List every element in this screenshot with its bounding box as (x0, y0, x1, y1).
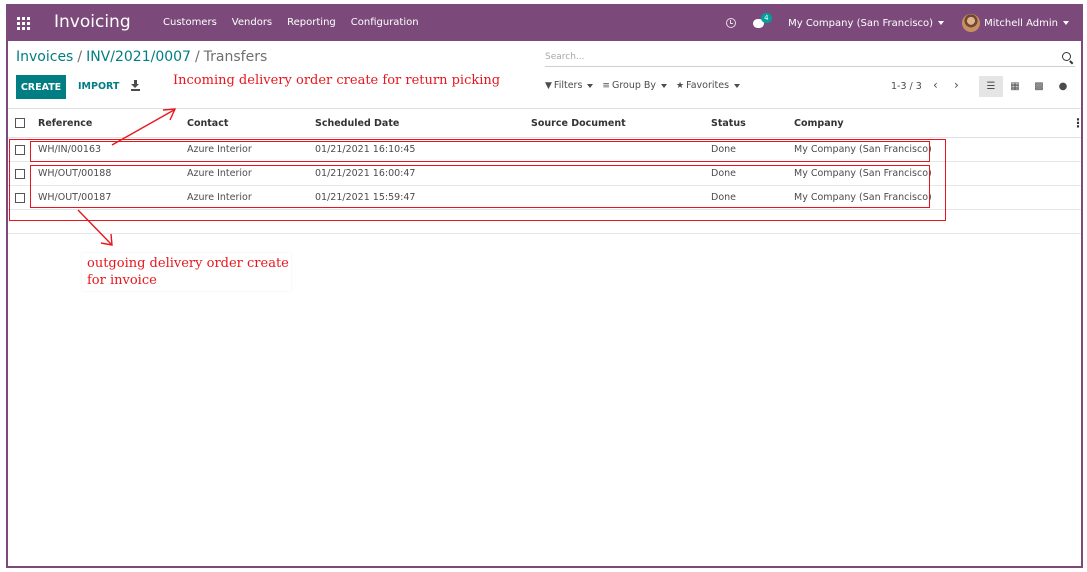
column-source-document[interactable]: Source Document (531, 109, 626, 137)
breadcrumb-separator: / (77, 49, 83, 65)
view-switcher: ☰ ▦ ▩ ● (979, 76, 1075, 97)
pager-next-icon[interactable]: › (954, 79, 959, 91)
create-button[interactable]: CREATE (16, 75, 66, 99)
column-company[interactable]: Company (794, 109, 844, 137)
chevron-down-icon (661, 83, 668, 88)
annotation-box-incoming (30, 141, 930, 162)
download-icon[interactable] (131, 80, 140, 91)
search-icon[interactable] (1062, 52, 1071, 61)
annotation-box-outgoing (30, 165, 930, 208)
chat-count-badge: 4 (761, 12, 772, 23)
chat-icon[interactable]: 4 (753, 12, 772, 28)
annotation-outgoing-note: outgoing delivery order create for invoi… (82, 253, 291, 291)
filter-icon: ▼ (545, 80, 552, 91)
group-by-label: Group By (611, 80, 657, 91)
chevron-down-icon (734, 83, 741, 88)
optional-columns-icon[interactable]: ⋮ (1072, 109, 1081, 137)
chevron-down-icon (938, 20, 945, 25)
menu-reporting[interactable]: Reporting (287, 17, 336, 28)
menu-customers[interactable]: Customers (163, 17, 217, 28)
search-options: ▼ Filters ≡ Group By ★ Favorites (545, 80, 741, 91)
avatar[interactable] (962, 14, 981, 32)
navbar-systray: 4 My Company (San Francisco) Mitchell Ad… (726, 12, 1069, 32)
star-icon: ★ (676, 80, 685, 91)
favorites-dropdown[interactable]: ★ Favorites (676, 80, 741, 91)
filters-label: Filters (553, 80, 583, 91)
company-switcher[interactable]: My Company (San Francisco) (788, 17, 945, 29)
breadcrumb-invoice[interactable]: INV/2021/0007 (86, 49, 191, 65)
breadcrumb-separator: / (194, 49, 200, 65)
main-menu: Customers Vendors Reporting Configuratio… (163, 17, 419, 28)
annotation-outgoing-line1: outgoing delivery order create (87, 256, 289, 271)
list-view-icon[interactable]: ☰ (979, 76, 1003, 97)
menu-configuration[interactable]: Configuration (351, 17, 419, 28)
search-bar (545, 49, 1075, 67)
column-scheduled-date[interactable]: Scheduled Date (315, 109, 399, 137)
column-status[interactable]: Status (711, 109, 746, 137)
kanban-view-icon[interactable]: ▦ (1003, 76, 1027, 97)
favorites-label: Favorites (686, 80, 730, 91)
chevron-down-icon (1063, 20, 1069, 25)
search-input[interactable] (545, 49, 1045, 65)
select-all-checkbox[interactable] (15, 109, 25, 137)
column-reference[interactable]: Reference (38, 109, 92, 137)
chevron-down-icon (587, 83, 594, 88)
top-navbar: Invoicing Customers Vendors Reporting Co… (8, 6, 1081, 41)
breadcrumb: Invoices / INV/2021/0007/Transfers (16, 49, 267, 65)
activity-clock-icon[interactable] (726, 18, 737, 28)
filters-dropdown[interactable]: ▼ Filters (545, 80, 594, 91)
breadcrumb-current: Transfers (203, 49, 268, 65)
group-by-dropdown[interactable]: ≡ Group By (602, 80, 668, 91)
company-switcher-label: My Company (San Francisco) (788, 17, 934, 29)
group-by-icon: ≡ (602, 80, 610, 91)
column-contact[interactable]: Contact (187, 109, 228, 137)
annotation-outgoing-line2: for invoice (87, 273, 157, 288)
map-view-icon[interactable]: ● (1051, 76, 1075, 97)
app-title[interactable]: Invoicing (54, 12, 131, 32)
user-name-label: Mitchell Admin (984, 17, 1058, 29)
apps-menu-icon[interactable] (17, 17, 30, 30)
annotation-incoming-note: Incoming delivery order create for retur… (173, 73, 501, 88)
table-header: Reference Contact Scheduled Date Source … (8, 108, 1081, 138)
import-button[interactable]: IMPORT (74, 75, 123, 99)
menu-vendors[interactable]: Vendors (232, 17, 272, 28)
calendar-view-icon[interactable]: ▩ (1027, 76, 1051, 97)
breadcrumb-invoices[interactable]: Invoices (16, 49, 73, 65)
user-menu[interactable]: Mitchell Admin (984, 18, 1069, 29)
pager-previous-icon[interactable]: ‹ (933, 79, 938, 91)
pager-value[interactable]: 1-3 / 3 (891, 81, 922, 92)
